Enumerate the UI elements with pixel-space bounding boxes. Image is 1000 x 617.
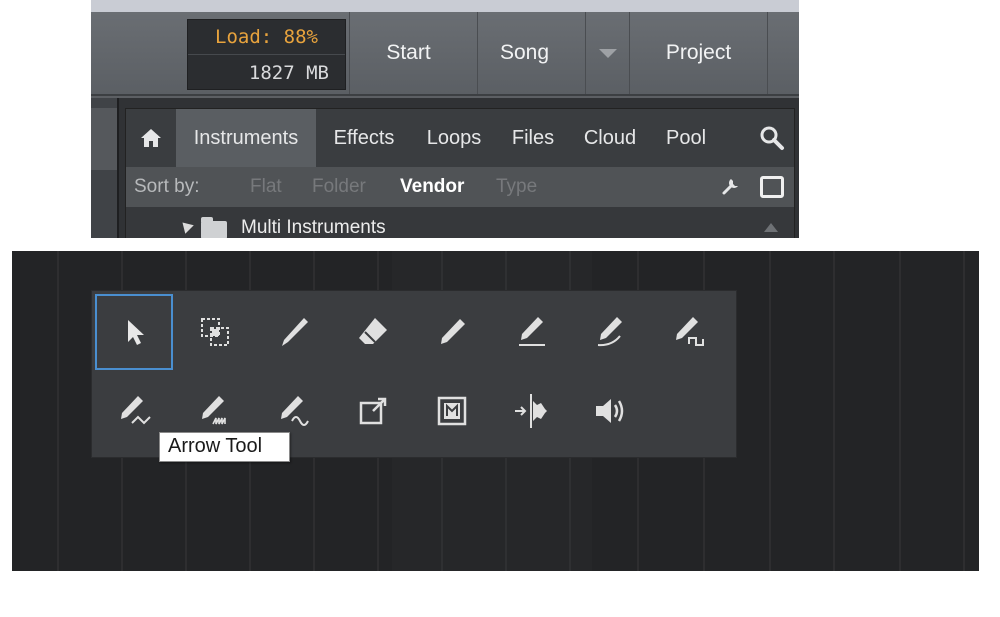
- paint-parabola-tool-button[interactable]: [571, 294, 649, 370]
- range-select-icon: [201, 318, 229, 346]
- browser-tab-bar: Instruments Effects Loops Files Cloud Po…: [126, 109, 794, 167]
- paint-tool-button[interactable]: [413, 294, 491, 370]
- arrange-left-pane: [91, 98, 119, 238]
- transport-edge-button[interactable]: [767, 12, 799, 94]
- cpu-load-readout: Load: 88%: [188, 20, 345, 55]
- sort-option-type[interactable]: Type: [496, 167, 537, 207]
- home-icon: [141, 129, 161, 147]
- sort-by-label: Sort by:: [134, 176, 200, 197]
- song-dropdown-button[interactable]: [585, 12, 629, 94]
- start-page-button[interactable]: Start: [349, 12, 467, 94]
- mute-tool-button[interactable]: [413, 373, 491, 449]
- browser-search-button[interactable]: [750, 109, 794, 167]
- tree-item-label: Multi Instruments: [241, 217, 386, 238]
- wrench-icon[interactable]: [720, 175, 742, 197]
- track-header-band: [91, 108, 117, 170]
- listen-tool-button[interactable]: [492, 373, 570, 449]
- bend-icon: [359, 397, 387, 425]
- paint-square-tool-button[interactable]: [650, 294, 728, 370]
- tab-pool[interactable]: Pool: [652, 109, 720, 167]
- tooltip-arrow-tool: Arrow Tool: [159, 432, 290, 462]
- sort-option-folder[interactable]: Folder: [312, 167, 366, 207]
- eraser-tool-button[interactable]: [334, 294, 412, 370]
- pencil-sine-icon: [281, 396, 309, 426]
- sort-option-vendor[interactable]: Vendor: [400, 167, 464, 207]
- pencil-icon: [441, 319, 465, 344]
- folder-icon: [201, 217, 227, 238]
- range-tool-button[interactable]: [176, 294, 254, 370]
- sort-bar: Sort by: Flat Folder Vendor Type: [126, 167, 794, 207]
- project-page-button[interactable]: Project: [629, 12, 767, 94]
- listen-icon: [515, 394, 547, 428]
- bend-tool-button[interactable]: [334, 373, 412, 449]
- pencil-line-icon: [519, 317, 545, 346]
- browser-home-button[interactable]: [126, 109, 176, 167]
- pencil-sawtooth-icon: [202, 396, 226, 425]
- browser-area: Instruments Effects Loops Files Cloud Po…: [91, 98, 799, 238]
- pencil-parabola-icon: [597, 317, 622, 347]
- performance-monitor[interactable]: Load: 88% 1827 MB: [187, 19, 346, 90]
- tab-instruments[interactable]: Instruments: [176, 109, 316, 167]
- mute-icon: [437, 396, 467, 426]
- pencil-square-icon: [676, 317, 704, 346]
- tab-cloud[interactable]: Cloud: [570, 109, 650, 167]
- expand-arrow-icon[interactable]: [178, 218, 194, 234]
- studio-window-crop: Load: 88% 1827 MB Start Song Project Ins…: [91, 0, 799, 238]
- magnifier-icon: [760, 126, 784, 150]
- eraser-icon: [359, 318, 387, 344]
- split-tool-button[interactable]: [255, 294, 333, 370]
- transport-bar: Load: 88% 1827 MB Start Song Project: [91, 12, 799, 96]
- pencil-triangle-icon: [121, 396, 151, 425]
- tab-effects[interactable]: Effects: [322, 109, 406, 167]
- song-page-button[interactable]: Song: [477, 12, 571, 94]
- browser-layout-icon[interactable]: [760, 176, 784, 198]
- sort-option-flat[interactable]: Flat: [250, 167, 282, 207]
- speaker-tool-button[interactable]: [571, 373, 649, 449]
- speaker-icon: [596, 399, 624, 423]
- tab-loops[interactable]: Loops: [412, 109, 496, 167]
- arrow-tool-button[interactable]: [95, 294, 173, 370]
- browser-panel: Instruments Effects Loops Files Cloud Po…: [125, 108, 795, 238]
- editor-canvas[interactable]: [12, 251, 979, 571]
- scroll-up-arrow-icon[interactable]: [764, 223, 778, 232]
- paint-line-tool-button[interactable]: [492, 294, 570, 370]
- split-knife-icon: [282, 318, 308, 346]
- triangle-down-icon: [598, 48, 617, 58]
- tab-files[interactable]: Files: [500, 109, 566, 167]
- tree-item-multi-instruments[interactable]: Multi Instruments: [126, 207, 794, 238]
- arrow-icon: [128, 320, 144, 345]
- window-top-strip: [91, 0, 799, 12]
- memory-readout: 1827 MB: [248, 62, 329, 84]
